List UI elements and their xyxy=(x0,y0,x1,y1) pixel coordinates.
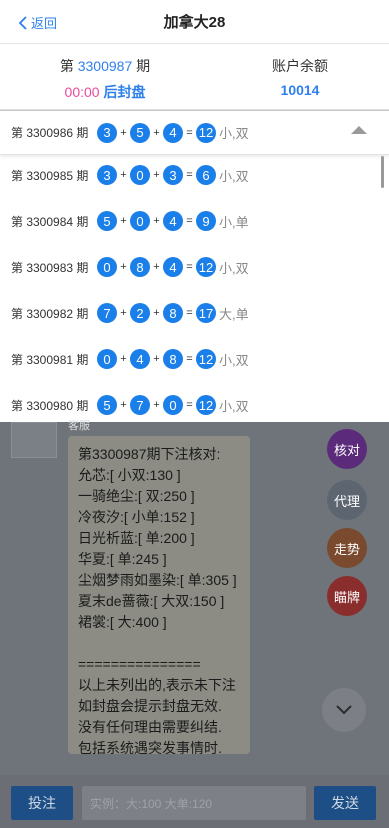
check-bets-button[interactable]: 核对 xyxy=(327,429,367,469)
trend-button[interactable]: 走势 xyxy=(327,528,367,568)
number-ball: 5 xyxy=(130,122,150,143)
period-label: 第 3300986 期 xyxy=(11,126,89,140)
sender-name: 客服 xyxy=(68,420,90,432)
collapse-caret-icon[interactable] xyxy=(351,126,367,134)
balance-value: 10014 xyxy=(280,82,320,98)
bottom-input-bar: 投注 实例：大:100 大单:120 发送 xyxy=(0,775,389,828)
plus-sign: + xyxy=(120,126,127,139)
chevron-down-icon xyxy=(336,705,352,715)
close-status: 后封盘 xyxy=(103,84,146,100)
sum-ball: 12 xyxy=(196,122,216,143)
balance-label: 账户余额 xyxy=(272,58,328,74)
header-bar: 返回 加拿大28 xyxy=(0,0,389,44)
history-row: 第 3300984 期 5 + 0 + 4 = 9 小,单 xyxy=(0,198,389,244)
plus-sign: + xyxy=(153,126,160,139)
history-row: 第 3300981 期 0 + 4 + 8 = 12 小,双 xyxy=(0,336,389,382)
list-scrollbar[interactable] xyxy=(381,156,384,188)
back-button[interactable]: 返回 xyxy=(18,13,57,32)
agent-button[interactable]: 代理 xyxy=(327,480,367,520)
period-number: 3300987 xyxy=(77,58,133,74)
scroll-down-button[interactable] xyxy=(322,688,366,732)
current-period: 第 3300987 期 xyxy=(59,58,151,74)
result-tag: 小,双 xyxy=(219,126,249,141)
page-title: 加拿大28 xyxy=(163,14,226,31)
history-row: 第 3300980 期 5 + 7 + 0 = 12 小,双 xyxy=(0,382,389,422)
bet-button[interactable]: 投注 xyxy=(11,786,73,820)
send-button[interactable]: 发送 xyxy=(314,786,376,820)
back-label: 返回 xyxy=(31,16,58,31)
history-row: 第 3300983 期 0 + 8 + 4 = 12 小,双 xyxy=(0,244,389,290)
chevron-left-icon xyxy=(18,15,27,30)
latest-result-row[interactable]: 第 3300986 期 3 + 5 + 4 = 12 小,双 xyxy=(0,111,389,155)
history-list[interactable]: 第 3300985 期 3 + 0 + 3 = 6 小,双 第 3300984 期 5… xyxy=(0,152,389,422)
equals-sign: = xyxy=(186,126,193,139)
number-ball: 3 xyxy=(97,122,117,143)
bet-input[interactable]: 实例：大:100 大单:120 xyxy=(82,786,306,820)
countdown-timer: 00:00 xyxy=(64,84,100,100)
avatar xyxy=(11,422,57,458)
period-info-panel: 第 3300987 期 00:00 后封盘 账户余额 10014 xyxy=(0,44,389,110)
history-row: 第 3300985 期 3 + 0 + 3 = 6 小,双 xyxy=(0,152,389,198)
peek-cards-button[interactable]: 瞄牌 xyxy=(327,576,367,616)
history-row: 第 3300982 期 7 + 2 + 8 = 17 大,单 xyxy=(0,290,389,336)
chat-message-bubble: 第3300987期下注核对: 允芯:[ 小双:130 ] 一骑绝尘:[ 双:25… xyxy=(68,436,250,754)
number-ball: 4 xyxy=(163,122,183,143)
